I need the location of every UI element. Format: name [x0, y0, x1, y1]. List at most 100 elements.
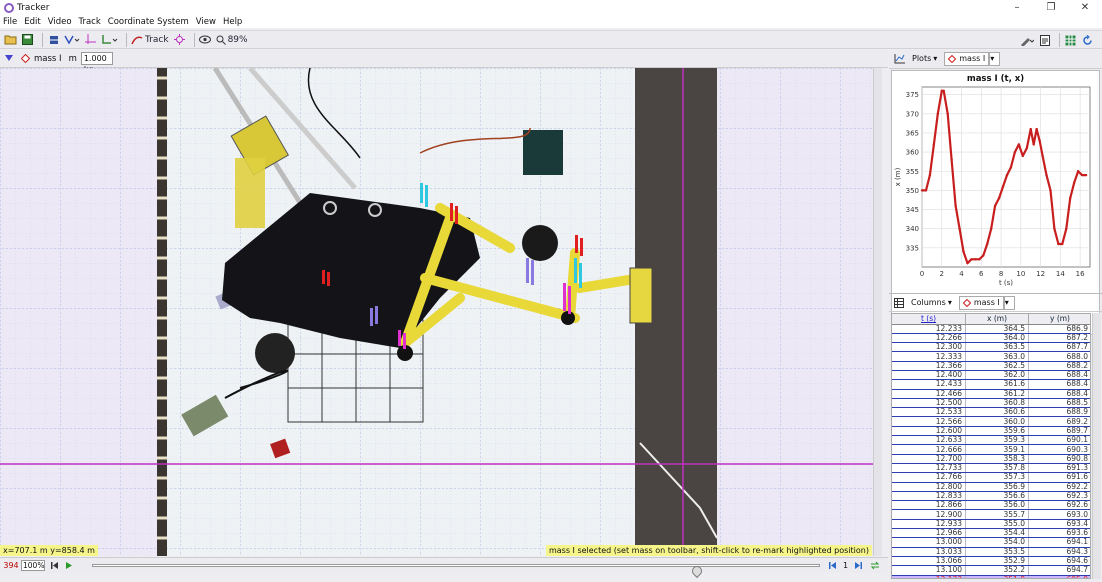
plot-canvas[interactable]: 0 2 4 6 8 10 12 14 16 335 340 345 350 355 360 365 370 375… — [892, 71, 1099, 291]
zoom-button[interactable]: 89% — [216, 32, 248, 47]
table-row[interactable]: 13.033 353.5 694.3 — [892, 547, 1090, 557]
table-row[interactable]: 12.600 359.6 689.7 — [892, 426, 1090, 437]
table-track-dropdown[interactable]: ▾ — [1003, 295, 1015, 310]
cell-t: 12.300 — [892, 342, 967, 353]
frame-slider[interactable] — [92, 563, 820, 579]
table-row[interactable]: 12.833 356.6 692.3 — [892, 491, 1090, 502]
refresh-icon[interactable] — [1081, 33, 1094, 48]
frame-slider-thumb[interactable] — [690, 563, 705, 579]
table-row[interactable]: 12.466 361.2 688.4 — [892, 389, 1090, 399]
table-row[interactable]: 12.500 360.8 688.5 — [892, 398, 1090, 409]
video-panel[interactable] — [0, 68, 882, 556]
table-row[interactable]: 12.366 362.5 688.2 — [892, 361, 1090, 372]
maximize-button[interactable]: ❐ — [1034, 0, 1068, 15]
track-icon — [131, 36, 143, 44]
table-row[interactable]: 12.800 356.9 692.2 — [892, 482, 1090, 492]
table-row[interactable]: 12.233 364.5 686.9 — [892, 324, 1090, 334]
cell-x: 356.9 — [965, 482, 1029, 492]
cell-y: 694.6 — [1028, 556, 1090, 567]
columns-menu-button[interactable]: Columns ▾ — [908, 296, 955, 310]
close-button[interactable]: ✕ — [1068, 0, 1102, 15]
table-row[interactable]: 12.700 358.3 690.8 — [892, 454, 1090, 464]
table-row[interactable]: 12.566 360.0 689.2 — [892, 416, 1090, 427]
table-row[interactable]: 12.900 355.7 693.0 — [892, 509, 1090, 520]
cell-t: 13.066 — [892, 556, 967, 567]
table-row[interactable]: 12.766 357.3 691.6 — [892, 472, 1090, 483]
table-vertical-scrollbar[interactable] — [1092, 313, 1101, 579]
table-row[interactable]: 12.333 363.0 688.0 — [892, 351, 1090, 362]
table-row[interactable]: 12.433 361.6 688.4 — [892, 379, 1090, 390]
coordinate-axes-icon[interactable] — [84, 32, 97, 47]
table-row[interactable]: 12.300 363.5 687.7 — [892, 342, 1090, 353]
chevron-down-icon: ▾ — [933, 54, 938, 63]
track-control-bar: mass I m 1.000 kg — [0, 50, 888, 74]
table-row[interactable]: 12.400 362.0 688.4 — [892, 370, 1090, 381]
mass-input[interactable]: 1.000 kg — [80, 52, 113, 74]
create-track-button[interactable]: Track — [131, 32, 169, 47]
library-grid-icon[interactable] — [1064, 33, 1077, 48]
table-row[interactable]: 13.000 354.0 694.1 — [892, 537, 1090, 548]
data-point — [932, 143, 936, 146]
step-back-icon[interactable] — [828, 561, 838, 570]
column-header-y[interactable]: y (m) — [1028, 314, 1090, 325]
chevron-down-icon: ▾ — [1004, 297, 1009, 307]
video-vertical-scrollbar[interactable] — [873, 68, 882, 556]
open-folder-icon[interactable] — [4, 32, 17, 47]
menu-coordinate-system[interactable]: Coordinate System — [108, 17, 189, 27]
measuring-tools-icon[interactable] — [101, 32, 118, 47]
table-row[interactable]: 12.866 356.0 692.6 — [892, 500, 1090, 511]
step-number[interactable]: 394 — [3, 560, 19, 571]
column-header-x[interactable]: x (m) — [965, 314, 1029, 325]
menu-file[interactable]: File — [3, 17, 17, 27]
y-tick-label: 360 — [906, 149, 919, 157]
cell-y: 691.3 — [1028, 463, 1090, 474]
table-row[interactable]: 13.066 352.9 694.6 — [892, 556, 1090, 567]
plot-track-dropdown[interactable]: ▾ — [989, 52, 1001, 66]
calibration-tools-icon[interactable] — [64, 32, 80, 47]
cell-y: 690.3 — [1028, 444, 1090, 455]
table-row[interactable]: 12.933 355.0 693.4 — [892, 519, 1090, 530]
cell-t: 12.366 — [892, 361, 967, 372]
menu-edit[interactable]: Edit — [24, 17, 40, 27]
table-row[interactable]: 12.633 359.3 690.1 — [892, 435, 1090, 446]
notes-icon[interactable] — [1038, 33, 1051, 48]
track-name-label[interactable]: mass I — [34, 54, 62, 64]
status-message: mass I selected (set mass on toolbar, sh… — [545, 545, 872, 556]
table-row[interactable]: 12.666 359.1 690.3 — [892, 444, 1090, 455]
step-forward-icon[interactable] — [853, 561, 863, 570]
cell-y: 688.4 — [1028, 370, 1090, 381]
video-zoom-input[interactable]: 100% — [21, 560, 45, 571]
view-eye-icon[interactable] — [199, 32, 212, 47]
table-row[interactable]: 12.733 357.8 691.3 — [892, 463, 1090, 474]
plots-menu-button[interactable]: Plots ▾ — [909, 52, 940, 66]
table-row[interactable]: 12.966 354.4 693.6 — [892, 528, 1090, 539]
menu-video[interactable]: Video — [48, 17, 72, 27]
data-point — [1080, 173, 1084, 177]
menu-view[interactable]: View — [196, 17, 216, 27]
autotracker-icon[interactable] — [173, 32, 186, 47]
cell-t: 12.400 — [892, 370, 967, 381]
menu-track[interactable]: Track — [79, 17, 101, 27]
minimize-button[interactable]: – — [1000, 0, 1034, 15]
menu-help[interactable]: Help — [223, 17, 242, 27]
column-header-t[interactable]: t (s) — [892, 314, 967, 325]
table-track-selector[interactable]: mass I — [958, 295, 1004, 310]
y-tick-label: 340 — [906, 225, 919, 233]
table-row[interactable]: 12.533 360.6 688.9 — [892, 407, 1090, 418]
pencil-drawing-icon[interactable] — [1020, 33, 1034, 48]
plot-icon — [894, 54, 905, 64]
table-row[interactable]: 12.266 364.0 687.2 — [892, 333, 1090, 344]
track-dropdown-triangle-icon[interactable] — [5, 55, 13, 62]
loop-icon[interactable] — [870, 561, 880, 570]
table-row[interactable]: 13.100 352.2 694.7 — [892, 565, 1090, 576]
clip-settings-icon[interactable] — [47, 32, 60, 47]
data-table[interactable]: t (s) x (m) y (m) 12.233 364.5 686.9 12.266… — [891, 313, 1091, 579]
plot-track-selector[interactable]: mass I — [944, 52, 990, 66]
go-to-start-icon[interactable] — [50, 561, 60, 570]
window-controls: – ❐ ✕ — [1000, 0, 1102, 15]
play-icon[interactable] — [64, 561, 74, 570]
table-row[interactable]: 13.133351.8695.0 — [892, 575, 1090, 578]
step-size[interactable]: 1 — [843, 561, 848, 570]
save-icon[interactable] — [21, 32, 34, 47]
cell-t: 13.033 — [892, 547, 967, 557]
